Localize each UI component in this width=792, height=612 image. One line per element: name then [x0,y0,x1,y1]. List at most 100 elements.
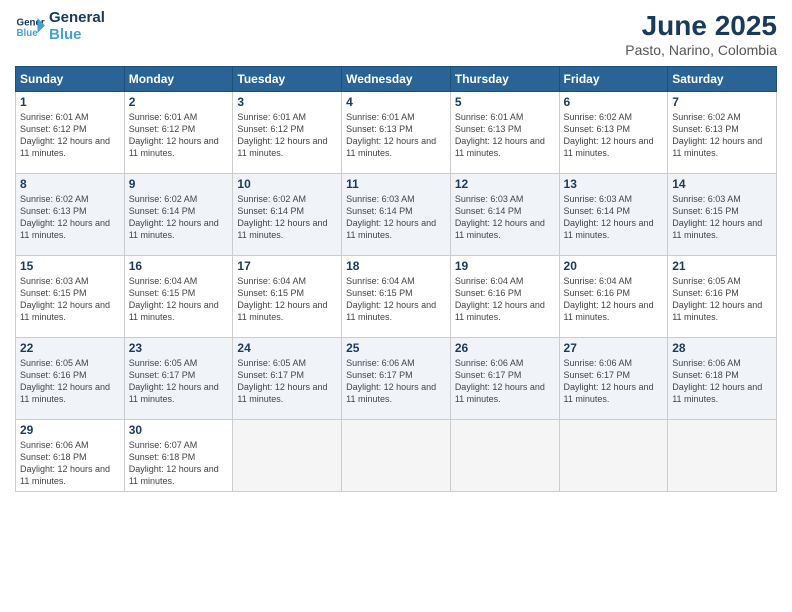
calendar-row: 15 Sunrise: 6:03 AMSunset: 6:15 PMDaylig… [16,256,777,338]
day-info: Sunrise: 6:02 AMSunset: 6:14 PMDaylight:… [129,193,229,242]
day-info: Sunrise: 6:04 AMSunset: 6:16 PMDaylight:… [455,275,555,324]
day-number: 16 [129,259,229,273]
day-info: Sunrise: 6:03 AMSunset: 6:15 PMDaylight:… [672,193,772,242]
calendar-cell: 17 Sunrise: 6:04 AMSunset: 6:15 PMDaylig… [233,256,342,338]
day-number: 21 [672,259,772,273]
day-info: Sunrise: 6:03 AMSunset: 6:14 PMDaylight:… [455,193,555,242]
day-info: Sunrise: 6:01 AMSunset: 6:12 PMDaylight:… [237,111,337,160]
col-tuesday: Tuesday [233,67,342,92]
day-info: Sunrise: 6:01 AMSunset: 6:12 PMDaylight:… [129,111,229,160]
logo-line2: Blue [49,27,105,44]
day-number: 28 [672,341,772,355]
calendar-cell: 16 Sunrise: 6:04 AMSunset: 6:15 PMDaylig… [124,256,233,338]
day-number: 2 [129,95,229,109]
calendar-row: 8 Sunrise: 6:02 AMSunset: 6:13 PMDayligh… [16,174,777,256]
day-number: 25 [346,341,446,355]
day-info: Sunrise: 6:02 AMSunset: 6:14 PMDaylight:… [237,193,337,242]
day-info: Sunrise: 6:01 AMSunset: 6:12 PMDaylight:… [20,111,120,160]
calendar-header-row: Sunday Monday Tuesday Wednesday Thursday… [16,67,777,92]
calendar-cell [233,420,342,492]
day-info: Sunrise: 6:03 AMSunset: 6:14 PMDaylight:… [346,193,446,242]
day-info: Sunrise: 6:07 AMSunset: 6:18 PMDaylight:… [129,439,229,488]
calendar-cell: 9 Sunrise: 6:02 AMSunset: 6:14 PMDayligh… [124,174,233,256]
logo-line1: General [49,10,105,27]
calendar-cell: 14 Sunrise: 6:03 AMSunset: 6:15 PMDaylig… [668,174,777,256]
calendar-cell: 4 Sunrise: 6:01 AMSunset: 6:13 PMDayligh… [342,92,451,174]
day-number: 10 [237,177,337,191]
col-saturday: Saturday [668,67,777,92]
calendar-cell: 2 Sunrise: 6:01 AMSunset: 6:12 PMDayligh… [124,92,233,174]
day-number: 20 [564,259,664,273]
location: Pasto, Narino, Colombia [625,42,777,58]
day-info: Sunrise: 6:04 AMSunset: 6:15 PMDaylight:… [237,275,337,324]
calendar-cell: 22 Sunrise: 6:05 AMSunset: 6:16 PMDaylig… [16,338,125,420]
day-info: Sunrise: 6:03 AMSunset: 6:14 PMDaylight:… [564,193,664,242]
day-number: 7 [672,95,772,109]
day-number: 27 [564,341,664,355]
col-thursday: Thursday [450,67,559,92]
day-info: Sunrise: 6:04 AMSunset: 6:15 PMDaylight:… [346,275,446,324]
day-number: 3 [237,95,337,109]
day-number: 13 [564,177,664,191]
calendar-cell: 26 Sunrise: 6:06 AMSunset: 6:17 PMDaylig… [450,338,559,420]
calendar-table: Sunday Monday Tuesday Wednesday Thursday… [15,66,777,492]
calendar-cell: 30 Sunrise: 6:07 AMSunset: 6:18 PMDaylig… [124,420,233,492]
day-number: 15 [20,259,120,273]
day-number: 1 [20,95,120,109]
logo-icon: General Blue [15,12,45,42]
day-number: 30 [129,423,229,437]
day-info: Sunrise: 6:06 AMSunset: 6:18 PMDaylight:… [20,439,120,488]
calendar-row: 1 Sunrise: 6:01 AMSunset: 6:12 PMDayligh… [16,92,777,174]
day-info: Sunrise: 6:04 AMSunset: 6:15 PMDaylight:… [129,275,229,324]
day-info: Sunrise: 6:06 AMSunset: 6:17 PMDaylight:… [455,357,555,406]
calendar-cell: 20 Sunrise: 6:04 AMSunset: 6:16 PMDaylig… [559,256,668,338]
calendar-cell: 21 Sunrise: 6:05 AMSunset: 6:16 PMDaylig… [668,256,777,338]
day-info: Sunrise: 6:05 AMSunset: 6:16 PMDaylight:… [672,275,772,324]
header: General Blue General Blue June 2025 Past… [15,10,777,58]
calendar-row: 22 Sunrise: 6:05 AMSunset: 6:16 PMDaylig… [16,338,777,420]
col-monday: Monday [124,67,233,92]
calendar-cell: 23 Sunrise: 6:05 AMSunset: 6:17 PMDaylig… [124,338,233,420]
calendar-cell [559,420,668,492]
calendar-cell [342,420,451,492]
day-info: Sunrise: 6:05 AMSunset: 6:17 PMDaylight:… [237,357,337,406]
day-info: Sunrise: 6:06 AMSunset: 6:17 PMDaylight:… [346,357,446,406]
day-number: 8 [20,177,120,191]
day-info: Sunrise: 6:01 AMSunset: 6:13 PMDaylight:… [346,111,446,160]
day-number: 4 [346,95,446,109]
calendar-cell: 10 Sunrise: 6:02 AMSunset: 6:14 PMDaylig… [233,174,342,256]
calendar-cell: 1 Sunrise: 6:01 AMSunset: 6:12 PMDayligh… [16,92,125,174]
day-info: Sunrise: 6:03 AMSunset: 6:15 PMDaylight:… [20,275,120,324]
calendar-cell [668,420,777,492]
calendar-cell: 19 Sunrise: 6:04 AMSunset: 6:16 PMDaylig… [450,256,559,338]
title-block: June 2025 Pasto, Narino, Colombia [625,10,777,58]
calendar-cell: 6 Sunrise: 6:02 AMSunset: 6:13 PMDayligh… [559,92,668,174]
calendar-cell: 8 Sunrise: 6:02 AMSunset: 6:13 PMDayligh… [16,174,125,256]
calendar-cell: 5 Sunrise: 6:01 AMSunset: 6:13 PMDayligh… [450,92,559,174]
calendar-row: 29 Sunrise: 6:06 AMSunset: 6:18 PMDaylig… [16,420,777,492]
calendar-cell: 28 Sunrise: 6:06 AMSunset: 6:18 PMDaylig… [668,338,777,420]
calendar-cell [450,420,559,492]
day-number: 6 [564,95,664,109]
day-info: Sunrise: 6:02 AMSunset: 6:13 PMDaylight:… [20,193,120,242]
day-info: Sunrise: 6:06 AMSunset: 6:18 PMDaylight:… [672,357,772,406]
day-number: 14 [672,177,772,191]
calendar-cell: 7 Sunrise: 6:02 AMSunset: 6:13 PMDayligh… [668,92,777,174]
calendar-cell: 27 Sunrise: 6:06 AMSunset: 6:17 PMDaylig… [559,338,668,420]
col-sunday: Sunday [16,67,125,92]
day-info: Sunrise: 6:05 AMSunset: 6:17 PMDaylight:… [129,357,229,406]
calendar-cell: 15 Sunrise: 6:03 AMSunset: 6:15 PMDaylig… [16,256,125,338]
day-info: Sunrise: 6:05 AMSunset: 6:16 PMDaylight:… [20,357,120,406]
calendar-cell: 3 Sunrise: 6:01 AMSunset: 6:12 PMDayligh… [233,92,342,174]
day-number: 5 [455,95,555,109]
col-wednesday: Wednesday [342,67,451,92]
calendar-cell: 24 Sunrise: 6:05 AMSunset: 6:17 PMDaylig… [233,338,342,420]
day-info: Sunrise: 6:02 AMSunset: 6:13 PMDaylight:… [672,111,772,160]
day-number: 23 [129,341,229,355]
calendar-cell: 12 Sunrise: 6:03 AMSunset: 6:14 PMDaylig… [450,174,559,256]
month-title: June 2025 [625,10,777,42]
day-number: 22 [20,341,120,355]
calendar-cell: 18 Sunrise: 6:04 AMSunset: 6:15 PMDaylig… [342,256,451,338]
col-friday: Friday [559,67,668,92]
day-number: 11 [346,177,446,191]
